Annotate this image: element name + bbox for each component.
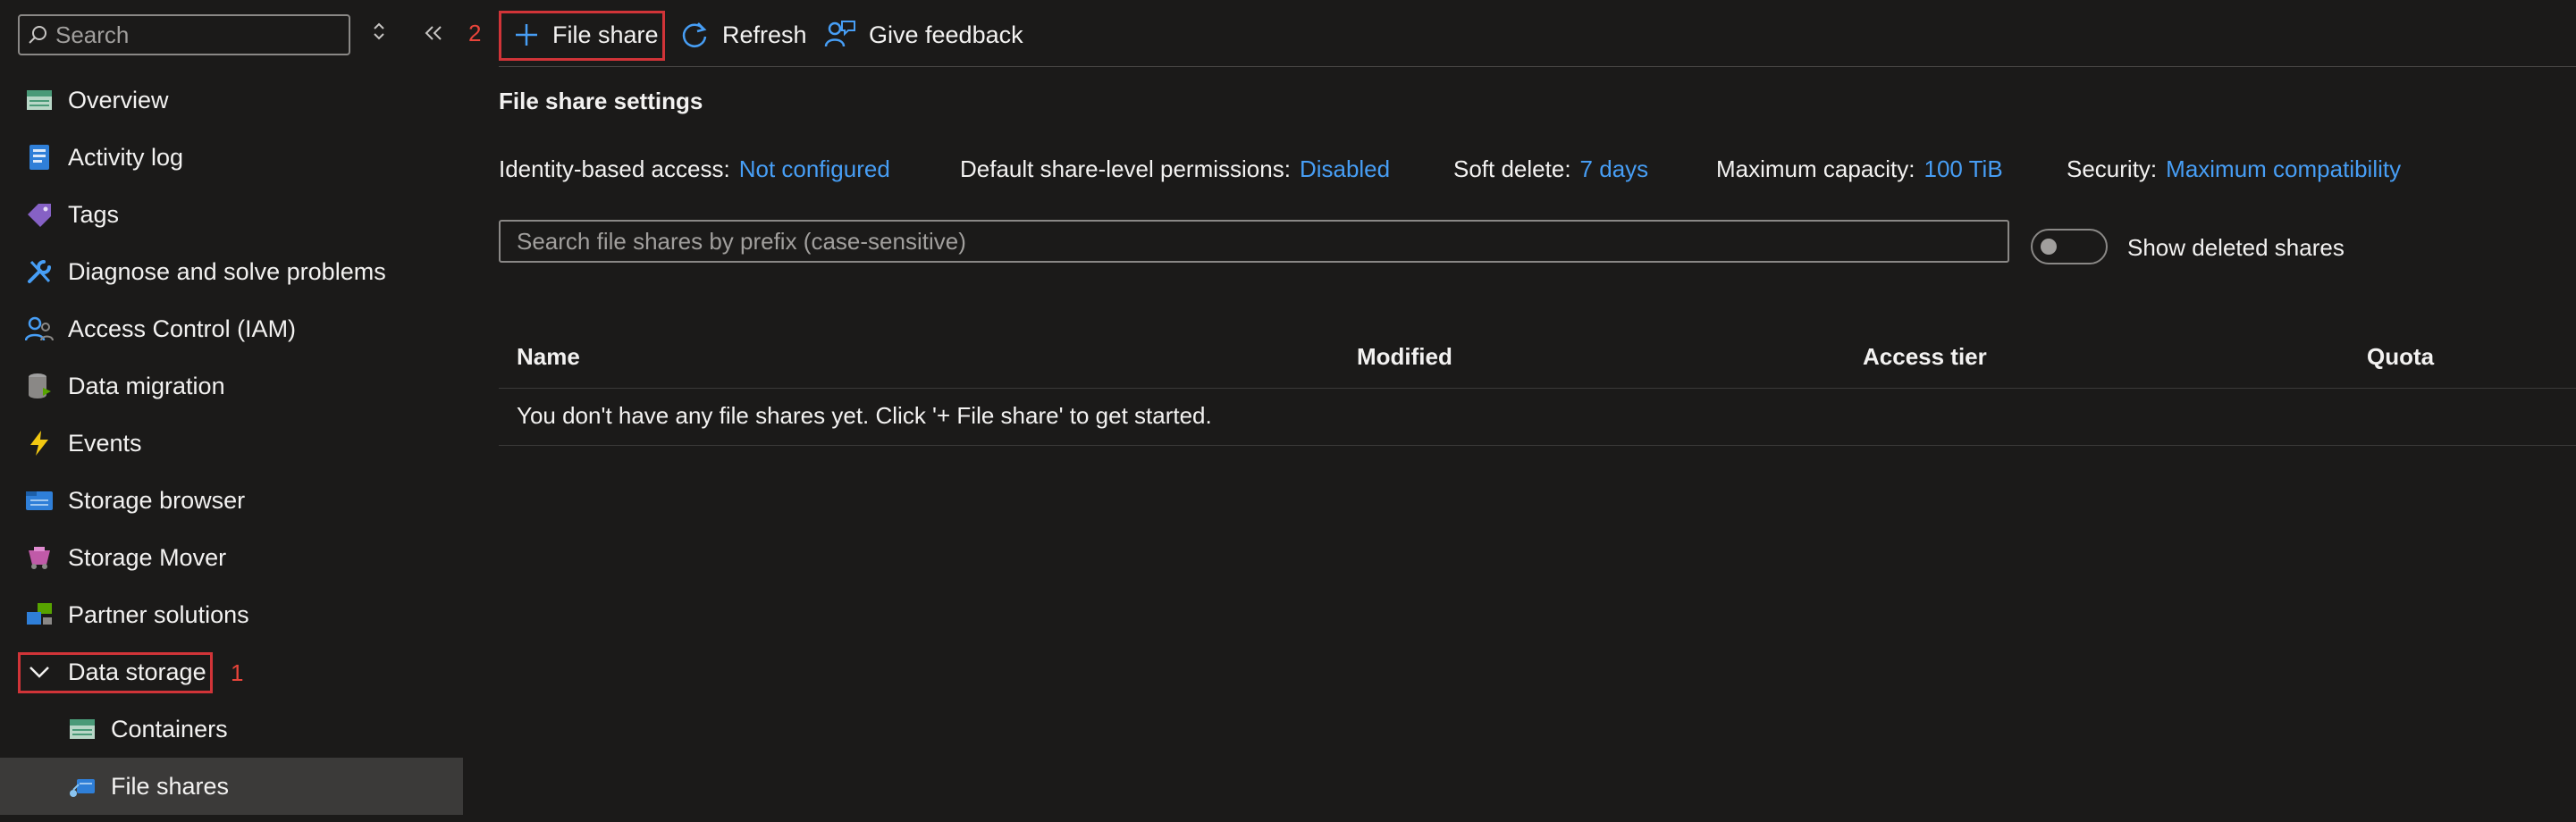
sidebar-item-storage-browser[interactable]: Storage browser — [0, 472, 463, 529]
sidebar-item-events[interactable]: Events — [0, 415, 463, 472]
share-permissions-label: Default share-level permissions: — [960, 155, 1291, 182]
identity-access-label: Identity-based access: — [499, 155, 730, 182]
show-deleted-label: Show deleted shares — [2127, 234, 2344, 261]
table-header: Name Modified Access tier Quota — [499, 331, 2576, 389]
sidebar-item-label: Storage Mover — [68, 543, 227, 571]
data-migration-icon — [25, 372, 54, 400]
table-empty-row: You don't have any file shares yet. Clic… — [499, 390, 2576, 446]
refresh-icon — [682, 22, 707, 47]
containers-icon — [68, 715, 97, 743]
toolbar: 2 File share Refresh Give feedback — [468, 0, 2576, 67]
annotation-box-2 — [499, 11, 665, 61]
soft-delete-property: Soft delete: 7 days — [1453, 155, 1648, 183]
annotation-number-1: 1 — [231, 659, 244, 686]
sidebar-item-access-control[interactable]: Access Control (IAM) — [0, 300, 463, 357]
tag-icon — [25, 200, 54, 229]
wrench-icon — [25, 257, 54, 286]
annotation-box-1 — [18, 652, 213, 693]
show-deleted-toggle[interactable] — [2031, 229, 2108, 264]
refresh-label: Refresh — [722, 21, 807, 48]
column-header-name[interactable]: Name — [517, 343, 580, 371]
sidebar-search[interactable] — [18, 14, 350, 55]
give-feedback-label: Give feedback — [869, 21, 1023, 48]
refresh-button[interactable]: Refresh — [679, 14, 807, 55]
sidebar-item-label: Containers — [111, 715, 228, 742]
max-capacity-link[interactable]: 100 TiB — [1924, 155, 2003, 182]
annotation-number-2: 2 — [468, 20, 482, 46]
sidebar-item-activity-log[interactable]: Activity log — [0, 129, 463, 186]
sidebar-item-diagnose[interactable]: Diagnose and solve problems — [0, 243, 463, 300]
max-capacity-property: Maximum capacity: 100 TiB — [1716, 155, 2003, 183]
column-header-access-tier[interactable]: Access tier — [1863, 343, 1987, 371]
share-permissions-property: Default share-level permissions: Disabled — [960, 155, 1390, 183]
sidebar-item-label: Activity log — [68, 143, 184, 171]
feedback-icon — [824, 21, 855, 47]
collapse-sidebar-icon[interactable] — [424, 21, 443, 49]
storage-browser-icon — [25, 486, 54, 515]
sidebar-item-label: Storage browser — [68, 486, 246, 514]
file-share-search-input[interactable] — [515, 226, 1949, 256]
column-header-quota[interactable]: Quota — [2367, 343, 2434, 371]
file-share-filter[interactable] — [499, 220, 2009, 263]
partner-solutions-icon — [25, 600, 54, 629]
give-feedback-button[interactable]: Give feedback — [824, 14, 1023, 55]
overview-icon — [25, 86, 54, 114]
main-content: 2 File share Refresh Give feedback File … — [468, 0, 2576, 822]
people-icon — [25, 315, 54, 343]
sidebar-item-label: Tags — [68, 200, 120, 228]
sidebar-item-file-shares[interactable]: File shares — [0, 758, 463, 815]
sidebar-item-partner-solutions[interactable]: Partner solutions — [0, 586, 463, 643]
share-permissions-link[interactable]: Disabled — [1300, 155, 1390, 182]
max-capacity-label: Maximum capacity: — [1716, 155, 1915, 182]
sidebar-item-containers[interactable]: Containers — [0, 700, 463, 758]
sidebar-item-label: Overview — [68, 86, 169, 113]
file-shares-icon — [68, 772, 97, 801]
column-header-modified[interactable]: Modified — [1357, 343, 1452, 371]
identity-access-property: Identity-based access: Not configured — [499, 155, 890, 183]
sidebar-item-tags[interactable]: Tags — [0, 186, 463, 243]
soft-delete-label: Soft delete: — [1453, 155, 1571, 182]
sidebar-search-input[interactable] — [54, 20, 325, 50]
storage-mover-icon — [25, 543, 54, 572]
up-down-chevron-icon[interactable] — [372, 20, 386, 49]
sidebar: Overview Activity log Tags Diagnose and … — [0, 0, 463, 822]
activity-log-icon — [25, 143, 54, 172]
identity-access-link[interactable]: Not configured — [739, 155, 890, 182]
toggle-knob — [2041, 239, 2057, 255]
soft-delete-link[interactable]: 7 days — [1580, 155, 1649, 182]
sidebar-item-label: Access Control (IAM) — [68, 315, 297, 342]
security-link[interactable]: Maximum compatibility — [2166, 155, 2401, 182]
sidebar-item-overview[interactable]: Overview — [0, 71, 463, 129]
sidebar-item-label: File shares — [111, 772, 230, 800]
security-property: Security: Maximum compatibility — [2067, 155, 2401, 183]
section-title: File share settings — [499, 88, 703, 114]
search-icon — [29, 26, 46, 44]
sidebar-item-label: Data migration — [68, 372, 225, 399]
sidebar-item-label: Diagnose and solve problems — [68, 257, 386, 285]
lightning-icon — [25, 429, 54, 457]
sidebar-item-data-migration[interactable]: Data migration — [0, 357, 463, 415]
security-label: Security: — [2067, 155, 2158, 182]
sidebar-item-label: Events — [68, 429, 142, 457]
empty-message: You don't have any file shares yet. Clic… — [517, 402, 1212, 429]
sidebar-item-label: Partner solutions — [68, 600, 249, 628]
sidebar-item-storage-mover[interactable]: Storage Mover — [0, 529, 463, 586]
